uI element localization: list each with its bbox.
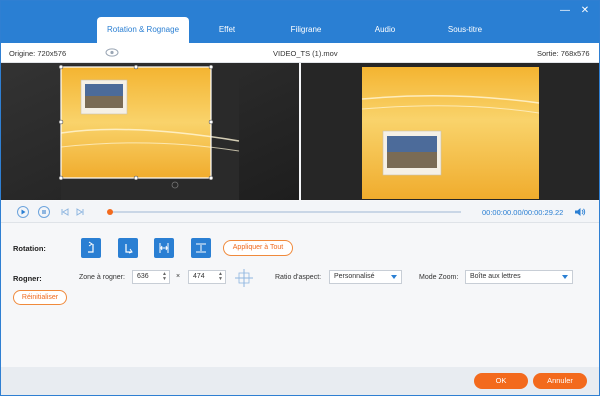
time-readout: 00:00:00.00/00:00:29.22 [482,208,564,217]
flip-horizontal-icon [154,243,174,260]
chevron-down-icon [391,275,397,279]
rotate-right-icon [118,244,138,260]
crop-height-field[interactable]: 474 ▲ ▼ [188,270,226,284]
flip-vertical-icon [191,243,211,260]
playback-controls: 00:00:00.00/00:00:29.22 [1,201,599,223]
origin-resolution: Origine: 720x576 [9,49,67,58]
rotation-label: Rotation: [13,244,46,253]
height-stepper-icon[interactable]: ▲ ▼ [218,272,223,282]
editor-window: Rotation & Rognage Effet Filigrane Audio… [0,0,600,396]
zoom-mode-label: Mode Zoom: [419,274,459,281]
aspect-ratio-label: Ratio d'aspect: [275,274,322,281]
ok-button[interactable]: OK [474,373,528,389]
volume-icon[interactable] [574,207,586,219]
rotate-left-icon [81,241,101,260]
tab-effet[interactable]: Effet [197,17,257,43]
tab-rotation-rognage[interactable]: Rotation & Rognage [97,17,189,43]
crop-width-value: 636 [137,273,149,280]
apply-to-all-button[interactable]: Appliquer à Tout [223,240,293,256]
title-bar: Rotation & Rognage Effet Filigrane Audio… [1,1,599,43]
minimize-button[interactable]: — [559,5,571,17]
previous-frame-icon[interactable] [60,207,70,219]
zoom-mode-value: Boîte aux lettres [470,273,521,280]
close-button[interactable]: ✕ [579,5,591,17]
output-preview [301,63,599,200]
aspect-ratio-select[interactable]: Personnalisé [329,270,402,284]
rotate-right-button[interactable] [118,238,138,258]
times-symbol: × [176,273,181,280]
reset-button[interactable]: Réinitialiser [13,290,67,305]
next-frame-icon[interactable] [75,207,85,219]
output-resolution: Sortie: 768x576 [537,49,590,58]
footer-bar: OK Annuler [1,367,599,395]
flip-vertical-button[interactable] [191,238,211,258]
play-icon[interactable] [17,206,29,218]
aspect-ratio-value: Personnalisé [334,273,375,280]
flip-horizontal-button[interactable] [154,238,174,258]
info-bar: Origine: 720x576 VIDEO_TS (1).mov Sortie… [1,43,599,63]
tab-audio[interactable]: Audio [357,17,413,43]
timeline-slider[interactable] [107,209,461,215]
stop-icon[interactable] [38,206,50,218]
crop-zone-label: Zone à rogner: [79,274,125,281]
center-crop-icon[interactable] [234,268,254,290]
tab-filigrane[interactable]: Filigrane [271,17,341,43]
crop-label: Rogner: [13,274,42,283]
chevron-down-icon [562,275,568,279]
crop-width-field[interactable]: 636 ▲ ▼ [132,270,170,284]
source-preview [1,63,299,200]
rotate-left-button[interactable] [81,238,101,258]
file-name: VIDEO_TS (1).mov [273,49,338,58]
cancel-button[interactable]: Annuler [533,373,587,389]
tab-sous-titre[interactable]: Sous-titre [435,17,495,43]
crop-height-value: 474 [193,273,205,280]
width-stepper-icon[interactable]: ▲ ▼ [162,272,167,282]
timeline-knob[interactable] [107,209,113,215]
eye-icon[interactable] [105,48,119,59]
zoom-mode-select[interactable]: Boîte aux lettres [465,270,573,284]
